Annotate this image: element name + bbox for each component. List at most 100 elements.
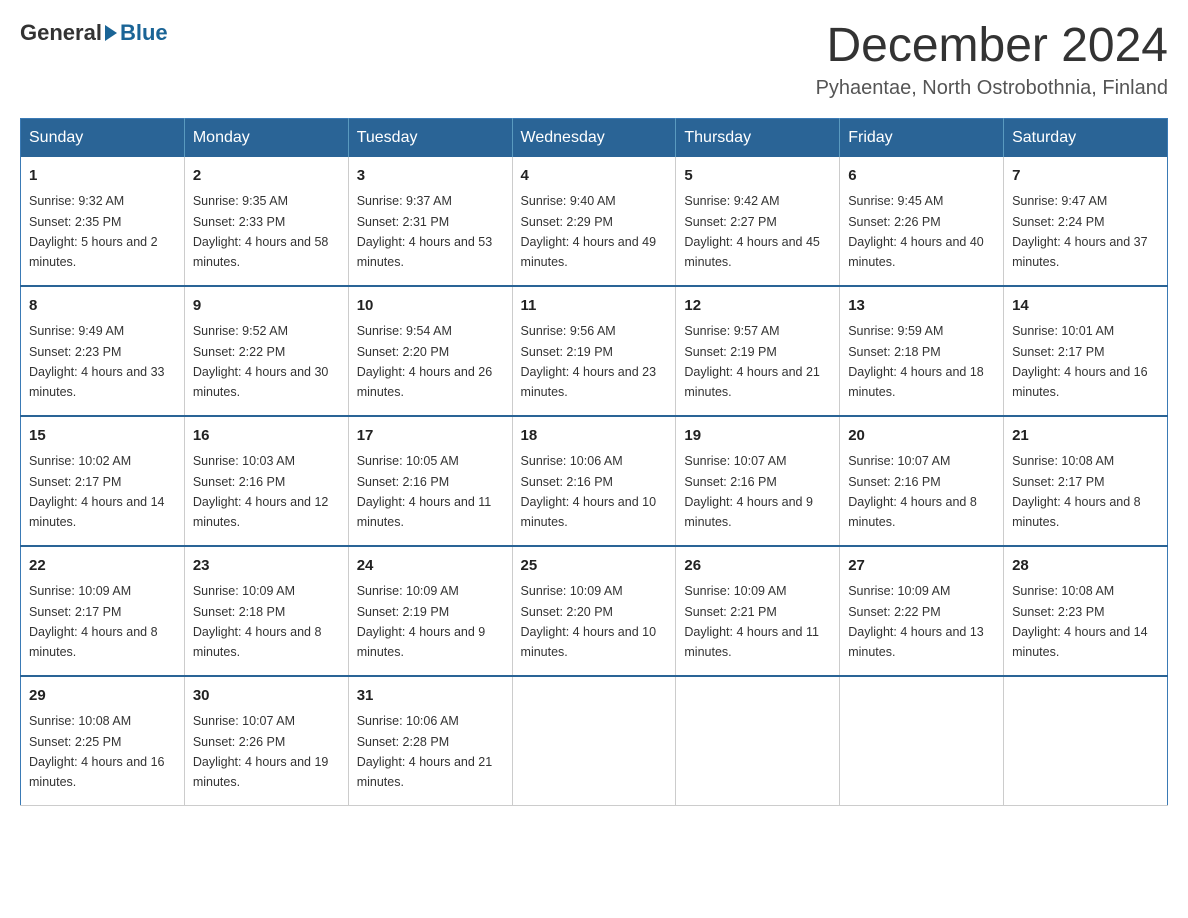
day-number: 10 xyxy=(357,295,504,318)
table-row: 5 Sunrise: 9:42 AMSunset: 2:27 PMDayligh… xyxy=(676,157,840,286)
day-info: Sunrise: 9:47 AMSunset: 2:24 PMDaylight:… xyxy=(1012,194,1148,269)
table-row: 20 Sunrise: 10:07 AMSunset: 2:16 PMDayli… xyxy=(840,416,1004,546)
day-info: Sunrise: 9:54 AMSunset: 2:20 PMDaylight:… xyxy=(357,324,493,399)
day-number: 23 xyxy=(193,555,340,578)
header-sunday: Sunday xyxy=(21,118,185,157)
day-info: Sunrise: 10:06 AMSunset: 2:28 PMDaylight… xyxy=(357,714,493,789)
header-friday: Friday xyxy=(840,118,1004,157)
day-number: 17 xyxy=(357,425,504,448)
day-number: 11 xyxy=(521,295,668,318)
table-row: 6 Sunrise: 9:45 AMSunset: 2:26 PMDayligh… xyxy=(840,157,1004,286)
day-number: 27 xyxy=(848,555,995,578)
day-info: Sunrise: 10:09 AMSunset: 2:17 PMDaylight… xyxy=(29,584,158,659)
table-row: 19 Sunrise: 10:07 AMSunset: 2:16 PMDayli… xyxy=(676,416,840,546)
table-row: 31 Sunrise: 10:06 AMSunset: 2:28 PMDayli… xyxy=(348,676,512,806)
table-row: 27 Sunrise: 10:09 AMSunset: 2:22 PMDayli… xyxy=(840,546,1004,676)
table-row: 17 Sunrise: 10:05 AMSunset: 2:16 PMDayli… xyxy=(348,416,512,546)
header-saturday: Saturday xyxy=(1004,118,1168,157)
day-number: 8 xyxy=(29,295,176,318)
day-info: Sunrise: 9:35 AMSunset: 2:33 PMDaylight:… xyxy=(193,194,329,269)
day-number: 29 xyxy=(29,685,176,708)
day-info: Sunrise: 9:57 AMSunset: 2:19 PMDaylight:… xyxy=(684,324,820,399)
table-row: 22 Sunrise: 10:09 AMSunset: 2:17 PMDayli… xyxy=(21,546,185,676)
calendar-week-row: 8 Sunrise: 9:49 AMSunset: 2:23 PMDayligh… xyxy=(21,286,1168,416)
day-number: 28 xyxy=(1012,555,1159,578)
table-row: 7 Sunrise: 9:47 AMSunset: 2:24 PMDayligh… xyxy=(1004,157,1168,286)
table-row: 13 Sunrise: 9:59 AMSunset: 2:18 PMDaylig… xyxy=(840,286,1004,416)
day-info: Sunrise: 9:52 AMSunset: 2:22 PMDaylight:… xyxy=(193,324,329,399)
day-info: Sunrise: 10:07 AMSunset: 2:16 PMDaylight… xyxy=(684,454,813,529)
table-row: 29 Sunrise: 10:08 AMSunset: 2:25 PMDayli… xyxy=(21,676,185,806)
table-row: 21 Sunrise: 10:08 AMSunset: 2:17 PMDayli… xyxy=(1004,416,1168,546)
table-row: 3 Sunrise: 9:37 AMSunset: 2:31 PMDayligh… xyxy=(348,157,512,286)
title-section: December 2024 Pyhaentae, North Ostroboth… xyxy=(816,20,1168,100)
day-info: Sunrise: 9:42 AMSunset: 2:27 PMDaylight:… xyxy=(684,194,820,269)
day-number: 26 xyxy=(684,555,831,578)
table-row: 24 Sunrise: 10:09 AMSunset: 2:19 PMDayli… xyxy=(348,546,512,676)
day-number: 22 xyxy=(29,555,176,578)
calendar-body: 1 Sunrise: 9:32 AMSunset: 2:35 PMDayligh… xyxy=(21,157,1168,806)
day-number: 31 xyxy=(357,685,504,708)
day-number: 1 xyxy=(29,165,176,188)
table-row: 11 Sunrise: 9:56 AMSunset: 2:19 PMDaylig… xyxy=(512,286,676,416)
day-info: Sunrise: 9:37 AMSunset: 2:31 PMDaylight:… xyxy=(357,194,493,269)
day-number: 6 xyxy=(848,165,995,188)
day-info: Sunrise: 9:45 AMSunset: 2:26 PMDaylight:… xyxy=(848,194,984,269)
table-row: 4 Sunrise: 9:40 AMSunset: 2:29 PMDayligh… xyxy=(512,157,676,286)
table-row xyxy=(840,676,1004,806)
header-tuesday: Tuesday xyxy=(348,118,512,157)
day-number: 30 xyxy=(193,685,340,708)
page-header: General Blue December 2024 Pyhaentae, No… xyxy=(20,20,1168,100)
day-number: 9 xyxy=(193,295,340,318)
location-title: Pyhaentae, North Ostrobothnia, Finland xyxy=(816,77,1168,100)
day-number: 3 xyxy=(357,165,504,188)
day-number: 15 xyxy=(29,425,176,448)
table-row: 2 Sunrise: 9:35 AMSunset: 2:33 PMDayligh… xyxy=(184,157,348,286)
table-row xyxy=(512,676,676,806)
calendar-table: Sunday Monday Tuesday Wednesday Thursday… xyxy=(20,118,1168,806)
table-row: 28 Sunrise: 10:08 AMSunset: 2:23 PMDayli… xyxy=(1004,546,1168,676)
day-info: Sunrise: 9:56 AMSunset: 2:19 PMDaylight:… xyxy=(521,324,657,399)
table-row: 8 Sunrise: 9:49 AMSunset: 2:23 PMDayligh… xyxy=(21,286,185,416)
day-info: Sunrise: 10:09 AMSunset: 2:22 PMDaylight… xyxy=(848,584,984,659)
day-info: Sunrise: 10:09 AMSunset: 2:19 PMDaylight… xyxy=(357,584,486,659)
day-number: 13 xyxy=(848,295,995,318)
table-row: 23 Sunrise: 10:09 AMSunset: 2:18 PMDayli… xyxy=(184,546,348,676)
calendar-week-row: 22 Sunrise: 10:09 AMSunset: 2:17 PMDayli… xyxy=(21,546,1168,676)
day-info: Sunrise: 10:09 AMSunset: 2:18 PMDaylight… xyxy=(193,584,322,659)
day-info: Sunrise: 10:08 AMSunset: 2:25 PMDaylight… xyxy=(29,714,165,789)
table-row: 25 Sunrise: 10:09 AMSunset: 2:20 PMDayli… xyxy=(512,546,676,676)
calendar-week-row: 15 Sunrise: 10:02 AMSunset: 2:17 PMDayli… xyxy=(21,416,1168,546)
table-row: 15 Sunrise: 10:02 AMSunset: 2:17 PMDayli… xyxy=(21,416,185,546)
month-title: December 2024 xyxy=(816,20,1168,73)
table-row: 26 Sunrise: 10:09 AMSunset: 2:21 PMDayli… xyxy=(676,546,840,676)
table-row: 10 Sunrise: 9:54 AMSunset: 2:20 PMDaylig… xyxy=(348,286,512,416)
table-row: 14 Sunrise: 10:01 AMSunset: 2:17 PMDayli… xyxy=(1004,286,1168,416)
day-info: Sunrise: 9:49 AMSunset: 2:23 PMDaylight:… xyxy=(29,324,165,399)
day-number: 14 xyxy=(1012,295,1159,318)
day-number: 7 xyxy=(1012,165,1159,188)
day-number: 18 xyxy=(521,425,668,448)
logo-blue-text: Blue xyxy=(120,20,168,46)
day-number: 21 xyxy=(1012,425,1159,448)
day-headers-row: Sunday Monday Tuesday Wednesday Thursday… xyxy=(21,118,1168,157)
day-info: Sunrise: 9:40 AMSunset: 2:29 PMDaylight:… xyxy=(521,194,657,269)
table-row: 12 Sunrise: 9:57 AMSunset: 2:19 PMDaylig… xyxy=(676,286,840,416)
day-info: Sunrise: 9:59 AMSunset: 2:18 PMDaylight:… xyxy=(848,324,984,399)
header-wednesday: Wednesday xyxy=(512,118,676,157)
logo-general-text: General xyxy=(20,20,102,46)
day-info: Sunrise: 10:08 AMSunset: 2:23 PMDaylight… xyxy=(1012,584,1148,659)
table-row: 16 Sunrise: 10:03 AMSunset: 2:16 PMDayli… xyxy=(184,416,348,546)
day-number: 4 xyxy=(521,165,668,188)
table-row: 1 Sunrise: 9:32 AMSunset: 2:35 PMDayligh… xyxy=(21,157,185,286)
day-info: Sunrise: 10:07 AMSunset: 2:26 PMDaylight… xyxy=(193,714,329,789)
day-number: 19 xyxy=(684,425,831,448)
day-info: Sunrise: 10:03 AMSunset: 2:16 PMDaylight… xyxy=(193,454,329,529)
table-row xyxy=(676,676,840,806)
day-number: 20 xyxy=(848,425,995,448)
day-number: 5 xyxy=(684,165,831,188)
day-info: Sunrise: 10:06 AMSunset: 2:16 PMDaylight… xyxy=(521,454,657,529)
day-number: 25 xyxy=(521,555,668,578)
calendar-header: Sunday Monday Tuesday Wednesday Thursday… xyxy=(21,118,1168,157)
day-info: Sunrise: 10:07 AMSunset: 2:16 PMDaylight… xyxy=(848,454,977,529)
